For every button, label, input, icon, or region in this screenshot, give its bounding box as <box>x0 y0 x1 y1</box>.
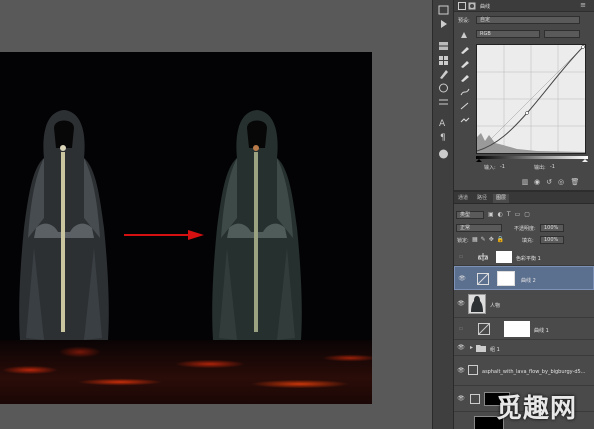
eyedropper-gray-icon[interactable] <box>460 60 470 68</box>
layer-row-curves-2[interactable]: 👁 曲线 2 <box>454 266 594 290</box>
blend-mode-dropdown[interactable]: 正常 <box>456 224 502 232</box>
smooth-icon[interactable] <box>460 116 470 124</box>
input-value: -1 <box>500 164 505 170</box>
layer-comps-icon[interactable] <box>437 40 450 52</box>
svg-text:A: A <box>439 119 446 128</box>
tab-layers[interactable]: 图层 <box>493 194 510 203</box>
layer-name: asphalt_with_lava_flow_by_bigburgy-d5... <box>482 369 586 375</box>
paragraph-icon[interactable]: ¶ <box>437 130 450 142</box>
output-value: -1 <box>550 164 555 170</box>
visibility-off-icon[interactable]: ▫ <box>457 254 465 260</box>
clone-source-icon[interactable] <box>437 82 450 94</box>
layer-mask-thumbnail <box>496 251 512 263</box>
panel-icon-strip: A ¶ <box>432 0 454 429</box>
layer-name: 人物 <box>490 303 501 309</box>
fill-field[interactable]: 100% <box>540 236 564 244</box>
channel-dropdown[interactable]: RGB <box>476 30 540 38</box>
balance-adjustment-icon <box>478 253 488 261</box>
tab-channels[interactable]: 通道 <box>455 194 471 203</box>
layers-tabs: 通道 路径 图层 <box>454 192 594 204</box>
folder-icon <box>476 345 486 352</box>
auto-button[interactable] <box>544 30 580 38</box>
filter-kind-value: 类型 <box>460 212 471 218</box>
output-label: 输出: <box>534 165 546 171</box>
curve-point-tool-icon[interactable] <box>460 88 470 96</box>
reset-icon[interactable]: ↺ <box>544 178 554 187</box>
lock-label: 锁定: <box>457 238 469 244</box>
pencil-tool-icon[interactable] <box>460 102 470 110</box>
expand-arrow-icon[interactable]: ▸ <box>470 344 473 351</box>
smart-object-icon <box>468 365 478 375</box>
opacity-value: 100% <box>544 225 559 231</box>
info-icon[interactable] <box>437 148 450 160</box>
preset-dropdown[interactable]: 自定 <box>476 16 580 24</box>
curves-adjustment-icon <box>477 273 489 285</box>
visibility-eye-icon[interactable]: 👁 <box>457 345 465 351</box>
adjustment-layer-icon <box>458 2 466 10</box>
gradient-bar <box>476 156 588 162</box>
layer-row-group-1[interactable]: 👁 ▸ 组 1 <box>454 340 594 356</box>
blend-mode-value: 正常 <box>460 225 471 231</box>
lava-ground <box>0 340 372 404</box>
view-previous-icon[interactable]: ◉ <box>532 178 542 187</box>
toggle-visibility-icon[interactable]: ◎ <box>556 178 566 187</box>
layer-row-color-balance[interactable]: ▫ 色彩平衡 1 <box>454 248 594 266</box>
brush-icon[interactable] <box>437 68 450 80</box>
lock-icons[interactable]: ▦✎✥🔒 <box>472 236 507 243</box>
swatches-icon[interactable] <box>437 54 450 66</box>
clip-to-layer-icon[interactable]: ▥ <box>520 178 530 187</box>
input-label: 输入: <box>484 165 496 171</box>
reaper-figure-right <box>212 110 302 340</box>
panel-menu-icon[interactable]: ≡ <box>580 1 586 9</box>
svg-text:¶: ¶ <box>440 133 446 142</box>
layer-row-figure[interactable]: 👁 人物 <box>454 290 594 318</box>
layer-mask-thumbnail <box>504 321 530 337</box>
opacity-field[interactable]: 100% <box>540 224 564 232</box>
eyedropper-white-icon[interactable] <box>460 74 470 82</box>
visibility-eye-icon[interactable]: 👁 <box>458 276 466 282</box>
curves-graph[interactable] <box>476 44 586 154</box>
layer-name: 色彩平衡 1 <box>516 256 541 262</box>
layer-mask-thumbnail <box>497 271 515 286</box>
properties-panel: 曲线 ≡ 预设: 自定 RGB 输入: -1 输出: -1 ▥ ◉ ↺ ◎ 🗑 <box>454 0 594 190</box>
eyedropper-black-icon[interactable] <box>460 46 470 54</box>
adjustments-icon[interactable] <box>437 96 450 108</box>
reaper-figure-left <box>19 110 109 340</box>
figure-thumbnail-icon <box>471 296 483 312</box>
layer-row-lava[interactable]: 👁 asphalt_with_lava_flow_by_bigburgy-d5.… <box>454 356 594 386</box>
layer-name: 组 1 <box>490 347 500 353</box>
layer-thumbnail <box>468 294 486 314</box>
channel-value: RGB <box>480 31 491 37</box>
fill-label: 填充: <box>522 238 534 244</box>
filter-kind-dropdown[interactable]: 类型 <box>456 211 484 219</box>
hand-target-icon[interactable] <box>460 31 468 39</box>
visibility-off-icon[interactable]: ▫ <box>457 326 465 332</box>
curve-svg[interactable] <box>476 44 586 154</box>
image-canvas[interactable] <box>0 52 372 404</box>
mask-icon[interactable] <box>468 2 476 10</box>
layer-row-curves-1[interactable]: ▫ 曲线 1 <box>454 318 594 340</box>
character-icon[interactable]: A <box>437 116 450 128</box>
properties-title: 曲线 <box>480 4 491 10</box>
filter-icons[interactable]: ▣◐T▭▢ <box>488 211 586 219</box>
properties-header: 曲线 ≡ <box>454 0 594 12</box>
visibility-eye-icon[interactable]: 👁 <box>457 301 465 307</box>
fill-value: 100% <box>544 237 559 243</box>
play-icon[interactable] <box>437 18 450 30</box>
layer-name: 曲线 2 <box>521 278 536 284</box>
preset-label: 预设: <box>458 18 470 24</box>
history-icon[interactable] <box>437 4 450 16</box>
preset-value: 自定 <box>480 17 491 23</box>
curves-adjustment-icon <box>478 323 490 335</box>
layer-name: 曲线 1 <box>534 328 549 334</box>
delete-icon[interactable]: 🗑 <box>570 178 580 187</box>
visibility-eye-icon[interactable]: 👁 <box>457 368 465 374</box>
visibility-eye-icon[interactable]: 👁 <box>457 396 465 402</box>
opacity-label: 不透明度: <box>514 226 536 232</box>
link-icon <box>470 394 480 404</box>
watermark-logo: 觅趣网 <box>496 394 578 424</box>
red-arrow-icon <box>124 230 204 240</box>
tab-paths[interactable]: 路径 <box>474 194 490 203</box>
